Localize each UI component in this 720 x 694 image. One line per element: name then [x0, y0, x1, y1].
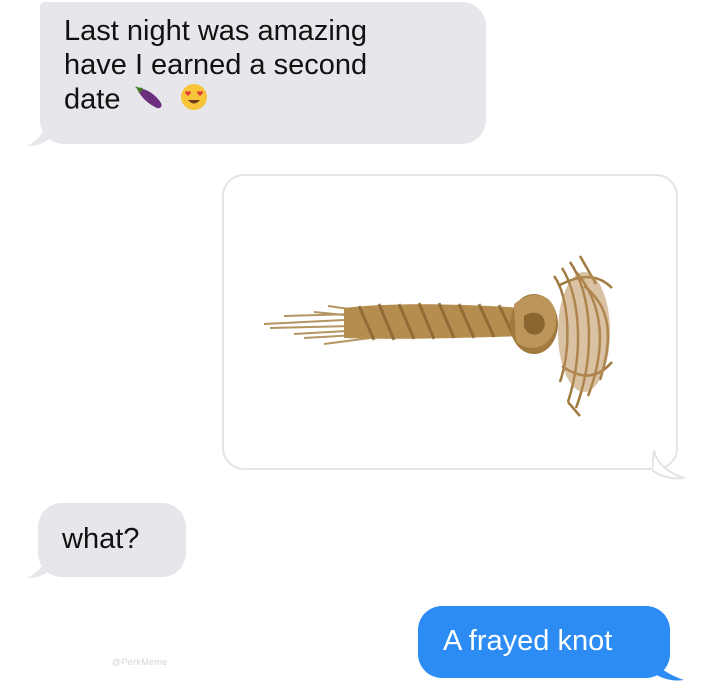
message-line: Last night was amazing: [64, 15, 368, 47]
watermark: @PerkMeme: [112, 657, 168, 667]
received-message-bubble[interactable]: Last night was amazing have I earned a s…: [40, 2, 486, 144]
bubble-tail: [26, 122, 50, 146]
received-message-bubble[interactable]: what?: [38, 503, 186, 577]
bubble-tail: [652, 450, 685, 480]
eggplant-icon: [133, 83, 167, 119]
bubble-tail: [652, 656, 684, 681]
message-thread: Last night was amazing have I earned a s…: [0, 0, 720, 694]
heart-eyes-emoji-icon: [179, 82, 209, 120]
frayed-knot-image: [263, 255, 613, 417]
sent-message-bubble[interactable]: A frayed knot: [418, 606, 670, 678]
message-line-text: date: [64, 83, 121, 116]
message-line-last: date: [64, 82, 466, 120]
bubble-tail: [26, 556, 50, 578]
image-message-bubble[interactable]: [222, 174, 678, 470]
message-line: have I earned a second: [64, 49, 368, 81]
message-text: A frayed knot: [443, 625, 613, 657]
message-text: what?: [62, 523, 140, 555]
